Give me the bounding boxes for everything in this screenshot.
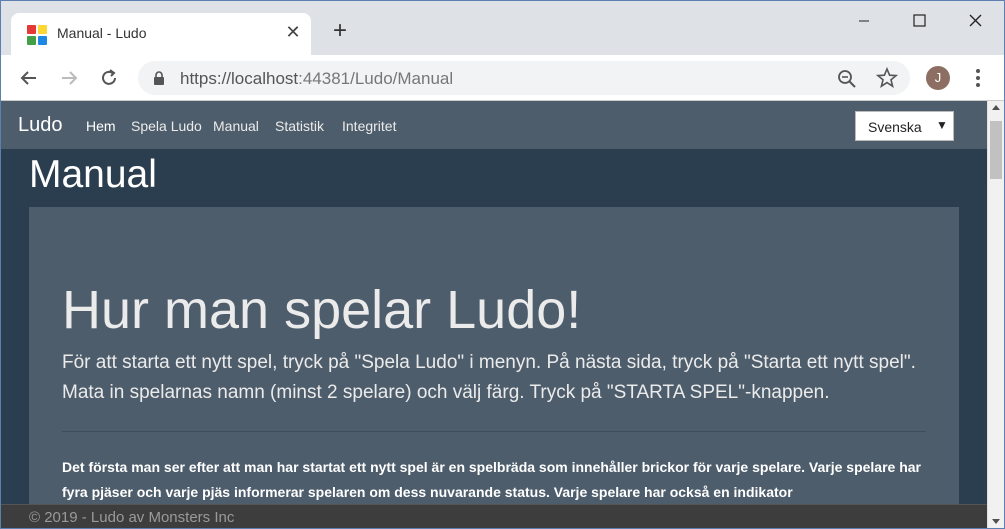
nav-link-spela-ludo[interactable]: Spela Ludo [131,118,202,134]
language-select[interactable]: Svenska ▼ [855,111,954,141]
nav-link-statistik[interactable]: Statistik [275,118,324,134]
back-icon[interactable] [17,66,41,90]
nav-link-hem[interactable]: Hem [86,118,116,134]
footer: © 2019 - Ludo av Monsters Inc [1,504,987,528]
brand-link[interactable]: Ludo [18,114,63,137]
favicon-icon [27,25,47,45]
divider [62,431,926,432]
scroll-up-icon[interactable] [992,105,1000,110]
dropdown-arrow-icon: ▼ [936,118,948,132]
menu-icon[interactable] [968,66,988,90]
nav-link-integritet[interactable]: Integritet [342,118,396,134]
star-icon[interactable] [875,66,899,94]
browser-toolbar: https://localhost:44381/Ludo/Manual J [1,55,1004,101]
reload-icon[interactable] [97,66,121,90]
scroll-down-icon[interactable] [992,519,1000,524]
nav-link-manual[interactable]: Manual [213,118,259,134]
scrollbar-thumb[interactable] [990,121,1002,179]
body-paragraph: Det första man ser efter att man har sta… [62,459,921,500]
footer-text: © 2019 - Ludo av Monsters Inc [29,509,235,526]
jumbotron-heading: Hur man spelar Ludo! [62,280,582,340]
avatar[interactable]: J [926,66,950,90]
url-text[interactable]: https://localhost:44381/Ludo/Manual [180,69,453,89]
tab-active[interactable]: Manual - Ludo ✕ [11,13,311,55]
tab-strip: Manual - Ludo ✕ + [1,1,1004,55]
minimize-icon[interactable] [849,9,879,33]
site-navbar: Ludo Hem Spela Ludo Manual Statistik Int… [1,101,987,149]
lead-paragraph: För att starta ett nytt spel, tryck på "… [62,352,916,403]
close-icon[interactable]: ✕ [283,22,303,42]
page-title: Manual [29,153,157,196]
jumbotron: Hur man spelar Ludo! För att starta ett … [29,207,959,528]
page-viewport: Ludo Hem Spela Ludo Manual Statistik Int… [1,101,987,528]
tab-title: Manual - Ludo [57,25,147,41]
lock-icon[interactable] [152,70,166,91]
window-close-icon[interactable] [960,9,990,33]
forward-icon[interactable] [57,66,81,90]
page-scrollbar[interactable] [987,101,1004,528]
maximize-icon[interactable] [904,9,934,33]
new-tab-icon[interactable]: + [328,19,352,43]
address-bar[interactable]: https://localhost:44381/Ludo/Manual [138,61,910,95]
browser-window: Manual - Ludo ✕ + https://localhost:4438… [0,0,1005,529]
language-select-value: Svenska [868,119,922,135]
zoom-icon[interactable] [836,68,858,95]
